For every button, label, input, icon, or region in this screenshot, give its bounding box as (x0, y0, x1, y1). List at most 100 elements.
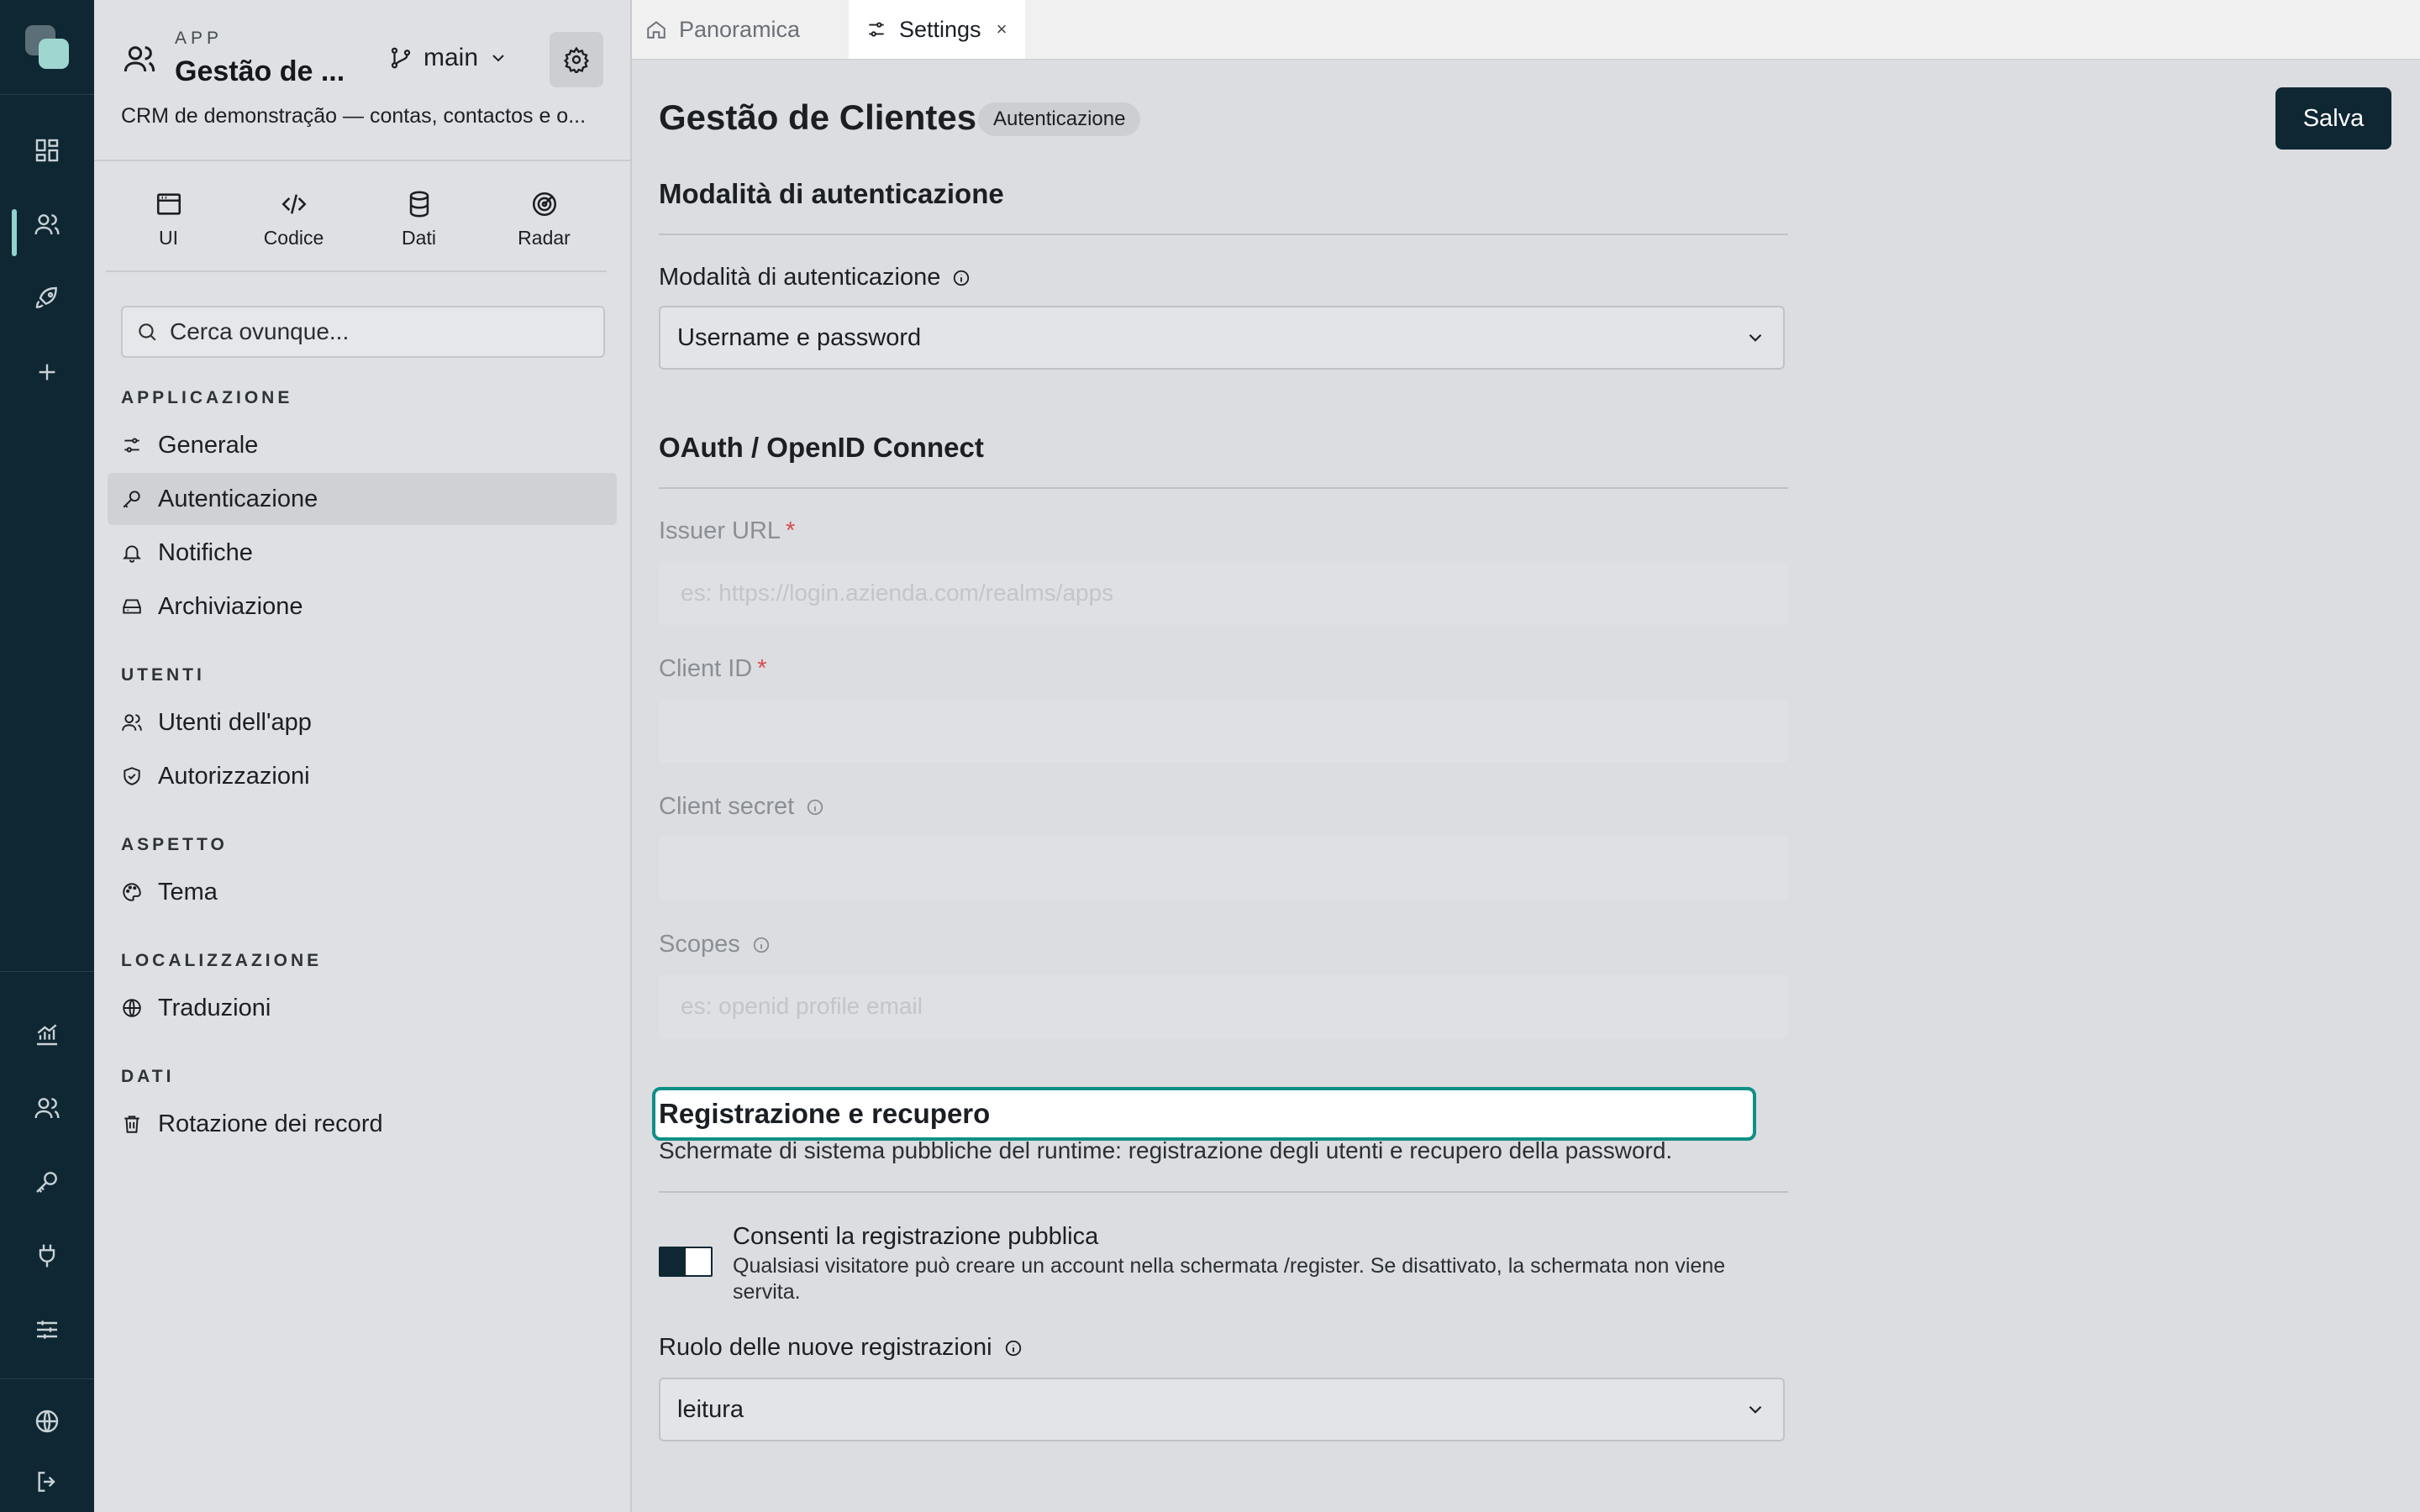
sidebar-item-archiviazione[interactable]: Archiviazione (108, 580, 617, 633)
mode-tab-label: Codice (263, 226, 324, 249)
issuer-url-label: Issuer URL * (659, 517, 795, 545)
client-secret-input[interactable] (659, 837, 1788, 900)
git-branch-icon (388, 45, 413, 71)
app-settings-button[interactable] (550, 32, 603, 87)
dashboard-icon[interactable] (0, 113, 94, 187)
document-tabs: Panoramica Settings × (632, 0, 2420, 60)
info-icon[interactable] (952, 269, 971, 287)
field-label-text: Client secret (659, 793, 795, 820)
nav-section-applicazione: APPLICAZIONE (121, 388, 293, 407)
shield-check-icon (108, 765, 158, 787)
toggle-knob (660, 1248, 686, 1275)
globe-icon (108, 997, 158, 1019)
page-title: Gestão de Clientes (659, 97, 977, 137)
save-button[interactable]: Salva (2275, 87, 2391, 150)
client-id-label: Client ID * (659, 655, 767, 683)
key-icon[interactable] (0, 1145, 94, 1219)
info-icon[interactable] (806, 798, 824, 816)
sidebar-item-label: Autenticazione (158, 485, 318, 512)
sidebar-item-label: Traduzioni (158, 994, 271, 1021)
mode-tab-label: UI (159, 226, 178, 249)
field-label-text: Issuer URL (659, 517, 781, 544)
sliders-icon (108, 434, 158, 456)
field-label-text: Client ID (659, 655, 753, 682)
public-registration-toggle[interactable] (659, 1247, 713, 1277)
public-registration-help: Qualsiasi visitatore può creare un accou… (733, 1254, 1726, 1304)
team-icon[interactable] (0, 1071, 94, 1145)
app-kicker: APP (175, 29, 224, 48)
plus-icon[interactable] (0, 335, 94, 409)
sidebar-item-notifiche[interactable]: Notifiche (108, 527, 617, 579)
auth-mode-select[interactable]: Username e password (659, 306, 1785, 370)
globe-icon[interactable] (0, 1391, 94, 1452)
rocket-icon[interactable] (0, 261, 94, 335)
tab-settings[interactable]: Settings × (849, 0, 1025, 59)
sidebar-search[interactable] (121, 306, 605, 358)
select-value: leitura (677, 1395, 744, 1423)
palette-icon (108, 881, 158, 903)
gear-icon (563, 46, 590, 73)
section-divider (659, 487, 1788, 489)
sidebar-item-rotazione[interactable]: Rotazione dei record (108, 1098, 617, 1150)
app-logo[interactable] (0, 0, 94, 95)
sidebar-item-label: Rotazione dei record (158, 1110, 383, 1137)
code-icon (280, 190, 308, 218)
new-registration-role-label: Ruolo delle nuove registrazioni (659, 1334, 1023, 1362)
plug-icon[interactable] (0, 1219, 94, 1293)
field-label-text: Ruolo delle nuove registrazioni (659, 1334, 992, 1361)
sidebar-item-autenticazione[interactable]: Autenticazione (108, 473, 617, 525)
scopes-input[interactable] (659, 974, 1788, 1038)
field-label-text: Modalità di autenticazione (659, 264, 941, 291)
hard-drive-icon (108, 596, 158, 617)
analytics-icon[interactable] (0, 997, 94, 1071)
search-input[interactable] (168, 318, 575, 346)
public-registration-label: Consenti la registrazione pubblica (733, 1223, 1099, 1250)
mode-tab-label: Radar (518, 226, 571, 249)
trash-icon (108, 1113, 158, 1135)
users-icon[interactable] (0, 187, 94, 261)
mode-tab-data[interactable]: Dati (356, 168, 481, 270)
bell-icon (108, 542, 158, 564)
sidebar-item-utenti[interactable]: Utenti dell'app (108, 696, 617, 748)
client-secret-label: Client secret (659, 793, 824, 821)
close-icon[interactable]: × (997, 18, 1007, 40)
auth-mode-section-title: Modalità di autenticazione (659, 178, 1004, 209)
auth-mode-label: Modalità di autenticazione (659, 264, 971, 291)
tune-icon[interactable] (0, 1293, 94, 1367)
scopes-label: Scopes (659, 931, 771, 958)
mode-tab-label: Dati (402, 226, 436, 249)
issuer-url-input[interactable] (659, 561, 1788, 625)
sidebar-item-tema[interactable]: Tema (108, 866, 617, 918)
key-icon (108, 488, 158, 510)
sidebar-item-generale[interactable]: Generale (108, 419, 617, 471)
sidebar-item-autorizzazioni[interactable]: Autorizzazioni (108, 750, 617, 802)
branch-selector[interactable]: main (388, 44, 508, 72)
new-registration-role-select[interactable]: leitura (659, 1378, 1785, 1441)
sidebar-item-label: Utenti dell'app (158, 708, 312, 736)
sidebar-item-label: Generale (158, 431, 259, 459)
sidebar-item-label: Tema (158, 878, 218, 906)
app-users-icon (123, 42, 156, 76)
chevron-down-icon (1744, 1399, 1766, 1420)
tab-panoramica[interactable]: Panoramica (645, 0, 800, 59)
mode-tab-radar[interactable]: Radar (481, 168, 607, 270)
tab-label: Settings (899, 16, 981, 42)
client-id-input[interactable] (659, 699, 1788, 763)
registration-description: Schermate di sistema pubbliche del runti… (659, 1137, 1673, 1163)
nav-section-utenti: UTENTI (121, 665, 205, 685)
chevron-down-icon (488, 48, 508, 68)
info-icon[interactable] (1004, 1339, 1023, 1357)
settings-main: Gestão de Clientes Autenticazione Salva … (632, 60, 2420, 1512)
logout-icon[interactable] (0, 1452, 94, 1512)
info-icon[interactable] (752, 936, 771, 954)
registration-section-title[interactable]: Registrazione e recupero (652, 1087, 1756, 1141)
sidebar-item-label: Notifiche (158, 538, 253, 566)
app-header: APP Gestão de ... main CRM de demonstraç… (94, 0, 630, 161)
mode-tab-ui[interactable]: UI (106, 168, 231, 270)
field-label-text: Scopes (659, 931, 740, 958)
mode-tabs: UI Codice Dati Radar (106, 168, 607, 272)
database-icon (405, 190, 434, 218)
oauth-section-title: OAuth / OpenID Connect (659, 432, 984, 463)
sidebar-item-traduzioni[interactable]: Traduzioni (108, 982, 617, 1034)
mode-tab-code[interactable]: Codice (231, 168, 356, 270)
